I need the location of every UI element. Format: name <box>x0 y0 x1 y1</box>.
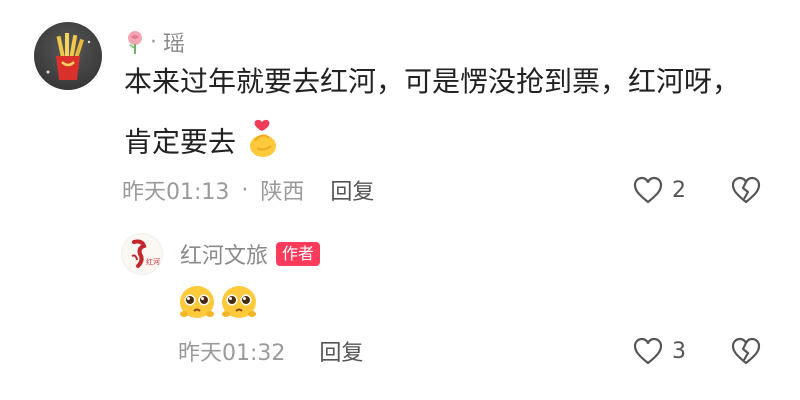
name-separator: · <box>150 29 157 55</box>
pleading-face-emoji <box>176 282 218 322</box>
commenter-avatar[interactable] <box>34 22 102 90</box>
author-badge: 作者 <box>276 242 321 266</box>
fries-avatar-icon <box>46 33 91 80</box>
comment-time: 昨天01:13 <box>122 180 230 205</box>
comment-text-line-2: 肯定要去 <box>124 118 281 169</box>
reply-meta: 昨天01:32 回复 <box>178 333 363 369</box>
reply-like-button[interactable]: 3 <box>632 333 686 369</box>
svg-text:红河: 红河 <box>146 257 160 266</box>
reply-reply-button[interactable]: 回复 <box>319 335 363 367</box>
reply-like-count: 3 <box>672 338 686 364</box>
comment-location: 陕西 <box>260 180 305 205</box>
reply-text <box>176 282 260 322</box>
meta-separator: · <box>241 177 249 203</box>
broken-heart-icon[interactable] <box>730 175 762 205</box>
comment-meta: 昨天01:13 · 陕西 回复 <box>122 172 374 208</box>
broken-heart-icon[interactable] <box>730 336 762 366</box>
honghe-logo-icon: 红河 <box>131 239 160 268</box>
comment-like-button[interactable]: 2 <box>632 172 686 208</box>
comment-like-count: 2 <box>672 177 686 203</box>
rose-icon <box>124 29 146 55</box>
comment-text-line-1: 本来过年就要去红河，可是愣没抢到票，红河呀， <box>124 65 741 98</box>
heart-outline-icon[interactable] <box>632 336 664 366</box>
comment-header: · 瑶 <box>124 26 185 58</box>
comment-text-line-2-text: 肯定要去 <box>124 125 237 159</box>
pleading-face-emoji <box>218 282 260 322</box>
heart-outline-icon[interactable] <box>632 175 664 205</box>
reply-button[interactable]: 回复 <box>330 174 374 206</box>
commenter-username[interactable]: 瑶 <box>163 26 185 58</box>
reply-time: 昨天01:32 <box>178 341 286 366</box>
author-avatar[interactable]: 红河 <box>121 233 163 275</box>
author-username[interactable]: 红河文旅 <box>180 238 268 270</box>
reply-header: 红河文旅 作者 <box>180 238 321 270</box>
finger-heart-emoji <box>245 118 281 169</box>
